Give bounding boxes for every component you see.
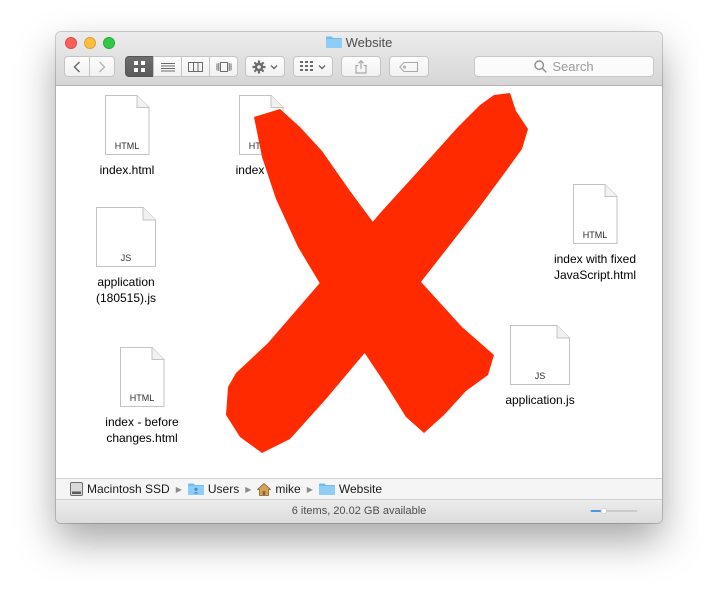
js-file-icon: JS: [96, 207, 156, 267]
search-input[interactable]: Search: [474, 56, 654, 77]
arrange-menu-button[interactable]: [293, 56, 333, 77]
users-folder-icon: [187, 483, 204, 495]
js-file-icon: JS: [510, 325, 570, 385]
file-type-label: HTML: [249, 141, 274, 151]
file-item[interactable]: JS application (180515).js: [80, 206, 172, 306]
search-placeholder: Search: [552, 59, 594, 74]
list-view-button[interactable]: [153, 56, 182, 77]
arrange-icon: [300, 61, 313, 71]
list-icon: [160, 62, 175, 71]
file-item[interactable]: HTML index (Ap: [206, 94, 316, 178]
file-name: index.html: [99, 163, 155, 177]
finder-window: Website Search HTML index.html HTML inde…: [56, 32, 662, 523]
path-item-mike[interactable]: mike: [257, 482, 301, 496]
file-name: index - before changes.html: [105, 415, 179, 445]
icon-size-slider[interactable]: [575, 508, 653, 514]
gear-icon: [252, 60, 266, 73]
share-button[interactable]: [341, 56, 381, 77]
path-separator-icon: ▶: [245, 484, 252, 494]
file-name: index (Ap: [235, 163, 287, 177]
path-item-label: mike: [275, 482, 301, 496]
path-item-macintosh-ssd[interactable]: Macintosh SSD: [70, 482, 170, 496]
path-item-label: Macintosh SSD: [87, 482, 170, 496]
html-file-icon: HTML: [120, 347, 165, 407]
window-title-text: Website: [345, 35, 393, 50]
icon-view-button[interactable]: [125, 56, 154, 77]
hard-drive-icon: [70, 482, 83, 496]
file-type-label: HTML: [130, 393, 155, 403]
html-file-icon: HTML: [573, 184, 618, 244]
chevron-down-icon: [270, 64, 278, 69]
chevron-down-icon: [318, 64, 326, 69]
chevron-left-icon: [73, 60, 81, 73]
path-item-label: Website: [338, 482, 382, 496]
file-type-label: JS: [121, 253, 132, 263]
file-item[interactable]: JS application.js: [494, 324, 586, 408]
forward-button[interactable]: [89, 56, 115, 77]
home-icon: [257, 482, 272, 496]
html-file-icon: HTML: [105, 95, 150, 155]
folder-icon: [318, 483, 335, 495]
status-bar: 6 items, 20.02 GB available: [56, 500, 662, 523]
search-icon: [534, 60, 548, 73]
path-bar: Macintosh SSD ▶ Users ▶ mike ▶ Website: [56, 478, 662, 500]
toolbar: Website Search: [56, 32, 662, 86]
file-type-label: HTML: [115, 141, 140, 151]
path-separator-icon: ▶: [175, 484, 182, 494]
slider-knob[interactable]: [600, 508, 607, 514]
path-separator-icon: ▶: [306, 484, 313, 494]
folder-icon: [325, 36, 342, 48]
file-item[interactable]: HTML index - before changes.html: [94, 346, 190, 446]
file-name: application (180515).js: [95, 275, 157, 305]
cover-flow-button[interactable]: [209, 56, 238, 77]
tag-icon: [399, 61, 419, 72]
file-name: application.js: [505, 393, 575, 407]
file-item[interactable]: HTML index.html: [88, 94, 166, 178]
html-file-icon: HTML: [239, 95, 284, 155]
action-menu-button[interactable]: [245, 56, 285, 77]
column-view-button[interactable]: [181, 56, 210, 77]
path-item-website[interactable]: Website: [318, 482, 382, 496]
path-item-label: Users: [207, 482, 240, 496]
file-type-label: HTML: [583, 230, 608, 240]
path-item-users[interactable]: Users: [187, 482, 240, 496]
share-icon: [355, 59, 367, 74]
file-item[interactable]: HTML index with fixed JavaScript.html: [540, 183, 650, 283]
chevron-right-icon: [98, 60, 106, 73]
file-name: index with fixed JavaScript.html: [553, 252, 637, 282]
file-type-label: JS: [535, 371, 546, 381]
back-button[interactable]: [64, 56, 90, 77]
columns-icon: [188, 61, 203, 72]
cover-flow-icon: [216, 61, 231, 72]
status-text: 6 items, 20.02 GB available: [291, 505, 427, 517]
window-title: Website: [56, 35, 662, 50]
file-area: HTML index.html HTML index (Ap JS applic…: [56, 86, 662, 478]
grid-icon: [134, 61, 145, 72]
tags-button[interactable]: [389, 56, 429, 77]
